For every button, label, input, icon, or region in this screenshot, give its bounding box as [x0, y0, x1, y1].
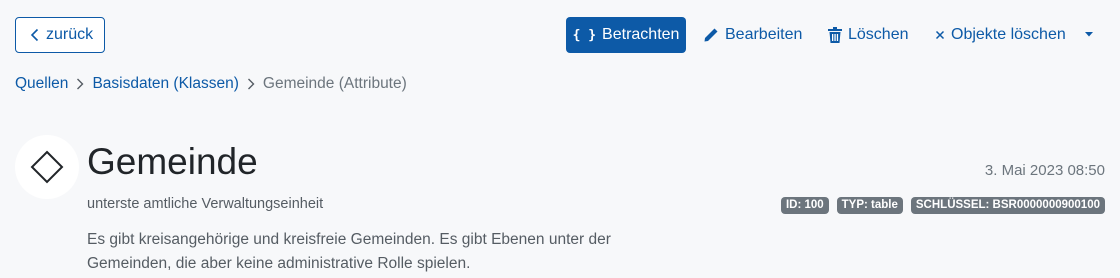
badge-list: ID: 100 TYP: table SCHLÜSSEL: BSR0000000… [780, 197, 1105, 214]
page-title: Gemeinde [87, 141, 258, 182]
delete-objects-button[interactable]: Objekte löschen [935, 17, 1066, 53]
chevron-left-icon [30, 28, 39, 42]
breadcrumb-current: Gemeinde (Attribute) [262, 75, 407, 92]
trash-icon [828, 27, 842, 43]
page-description: Es gibt kreisangehörige und kreisfreie G… [87, 231, 611, 272]
close-icon [935, 30, 945, 40]
view-button-label: Betrachten [602, 26, 680, 43]
timestamp: 3. Mai 2023 08:50 [984, 162, 1105, 179]
breadcrumb-item-base-data[interactable]: Basisdaten (Klassen) [92, 75, 238, 93]
delete-objects-button-label: Objekte löschen [951, 26, 1066, 43]
id-badge: ID: 100 [780, 197, 829, 214]
key-badge: SCHLÜSSEL: BSR0000000900100 [910, 197, 1105, 214]
avatar [15, 135, 79, 199]
view-button[interactable]: { } Betrachten [566, 17, 686, 53]
pencil-icon [704, 28, 718, 42]
chevron-right-icon [247, 78, 255, 90]
delete-button-label: Löschen [848, 26, 909, 43]
breadcrumb-item-sources[interactable]: Quellen [15, 75, 68, 93]
edit-button-label: Bearbeiten [725, 26, 803, 43]
caret-down-icon[interactable] [1084, 29, 1094, 39]
chevron-right-icon [77, 78, 84, 90]
edit-button[interactable]: Bearbeiten [703, 17, 802, 53]
type-badge: TYP: table [836, 197, 903, 214]
back-button[interactable]: zurück [15, 17, 105, 53]
breadcrumb: Quellen Basisdaten (Klassen) Gemeinde (A… [15, 75, 407, 93]
delete-button[interactable]: Löschen [828, 17, 909, 53]
diamond-icon [30, 150, 64, 184]
page-subtitle: unterste amtliche Verwaltungseinheit [87, 196, 324, 212]
braces-icon: { } [572, 27, 597, 43]
back-button-label: zurück [46, 26, 94, 43]
